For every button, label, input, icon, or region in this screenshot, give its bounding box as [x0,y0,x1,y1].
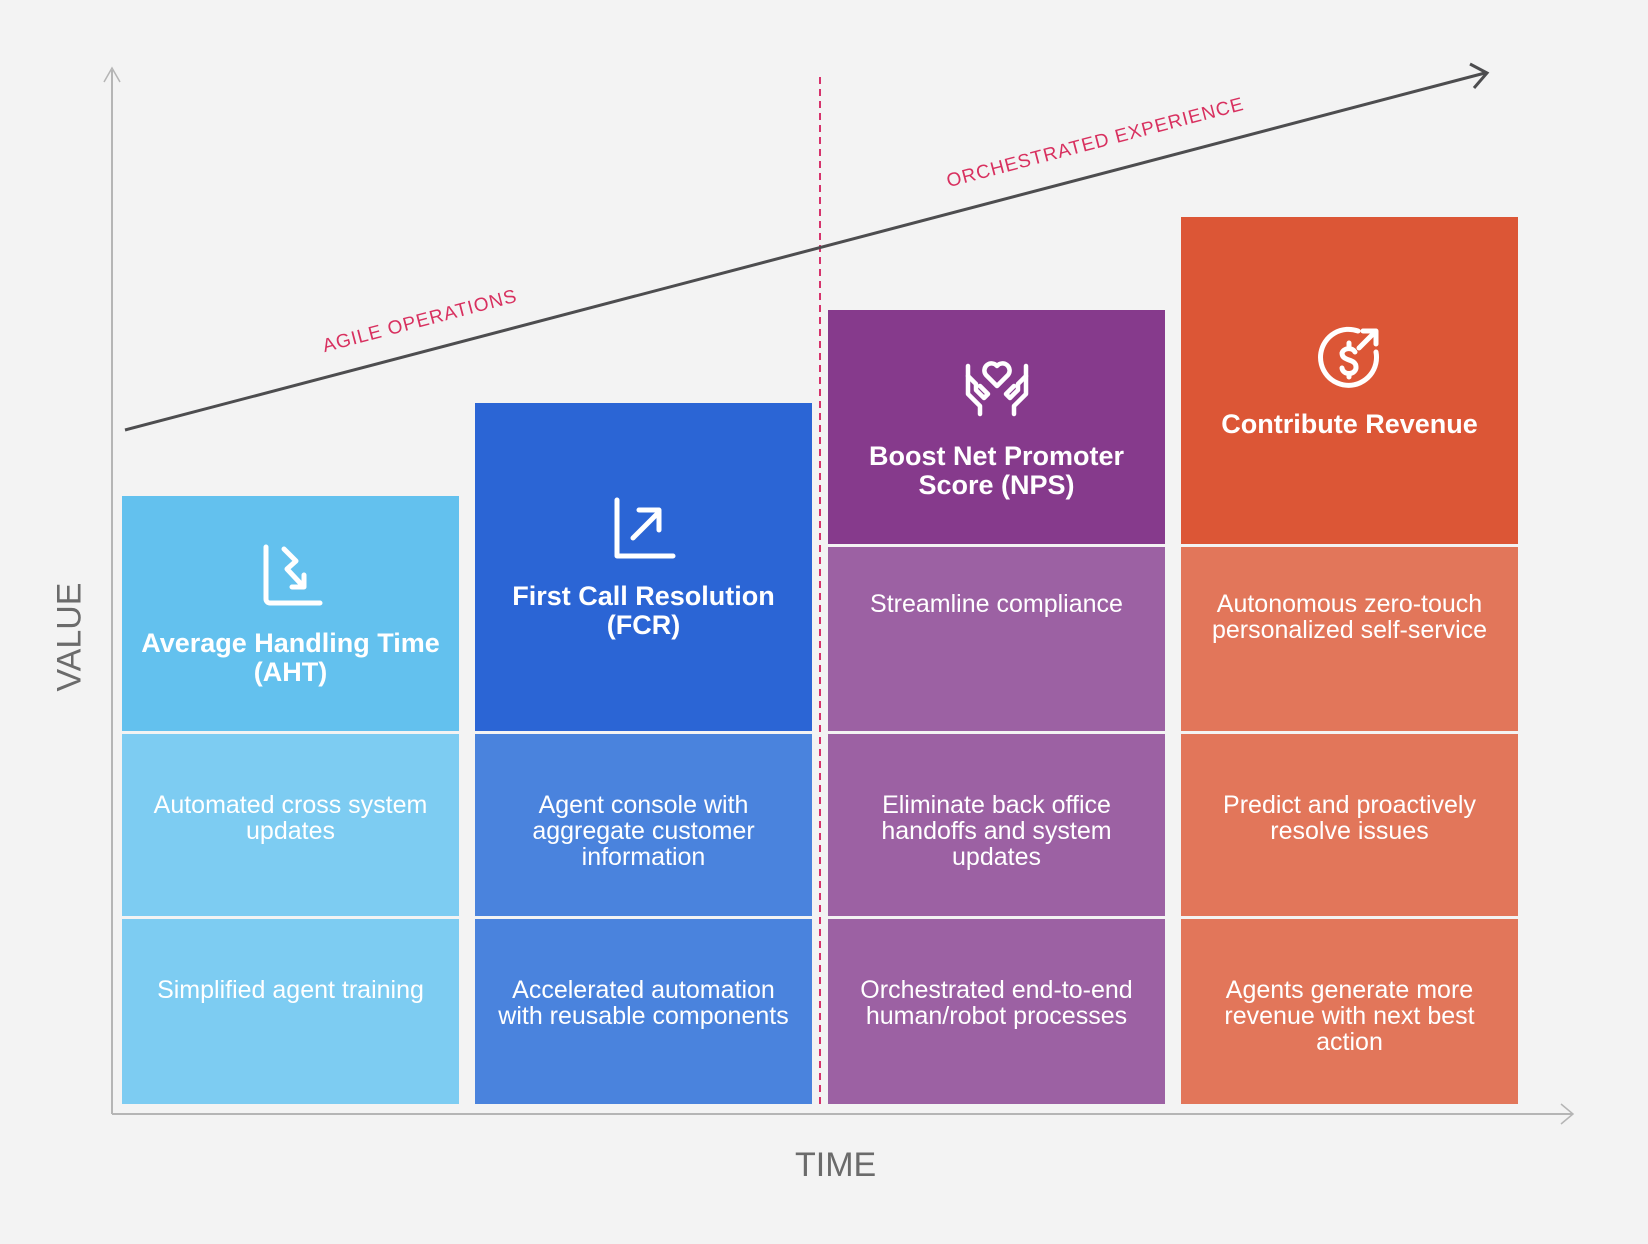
column-item: Eliminate back office handoffs and syste… [828,734,1165,916]
column-item-text: Streamline compliance [870,590,1123,618]
column-item: Orchestrated end-to-end human/robot proc… [828,919,1165,1104]
hands-heart-icon [962,354,1032,424]
column-title: Contribute Revenue [1221,409,1478,439]
value-column: Average Handling Time (AHT) Automated cro… [122,496,459,1104]
column-item: Accelerated automation with reusable com… [475,919,812,1104]
column-item: Agent console with aggregate customer in… [475,734,812,916]
column-item: Streamline compliance [828,547,1165,731]
column-item: Simplified agent training [122,919,459,1104]
column-item-text: Orchestrated end-to-end human/robot proc… [860,976,1133,1030]
column-item-text: Autonomous zero-touch personalized self-… [1211,590,1488,644]
column-item-text: Accelerated automation with reusable com… [498,976,789,1030]
column-item: Autonomous zero-touch personalized self-… [1181,547,1518,731]
chart-trend-up-icon [609,494,679,564]
column-item-text: Eliminate back office handoffs and syste… [881,791,1112,871]
y-axis-label: VALUE [50,582,89,692]
column-header: Boost Net Promoter Score (NPS) [828,310,1165,544]
column-item-text: Agent console with aggregate customer in… [532,791,755,871]
value-column: Boost Net Promoter Score (NPS) Streamline… [828,310,1165,1104]
value-column: Contribute Revenue Autonomous zero-touch … [1181,217,1518,1104]
column-item-text: Automated cross system updates [153,791,428,845]
dollar-growth-icon [1315,322,1385,392]
column-header: Contribute Revenue [1181,217,1518,544]
column-title: Average Handling Time (AHT) [141,627,440,687]
column-item: Predict and proactively resolve issues [1181,734,1518,916]
column-header: Average Handling Time (AHT) [122,496,459,731]
column-title: Boost Net Promoter Score (NPS) [868,441,1125,500]
column-title: First Call Resolution (FCR) [512,581,775,640]
column-item: Agents generate more revenue with next b… [1181,919,1518,1104]
value-column: First Call Resolution (FCR) Agent console… [475,403,812,1104]
chart-trend-down-icon [256,541,326,611]
value-over-time-diagram: AGILE OPERATIONS ORCHESTRATED EXPERIENCE… [0,0,1648,1244]
column-item: Automated cross system updates [122,734,459,916]
column-item-text: Predict and proactively resolve issues [1223,791,1476,845]
x-axis-label: TIME [795,1146,877,1184]
column-header: First Call Resolution (FCR) [475,403,812,731]
column-item-text: Agents generate more revenue with next b… [1224,976,1475,1056]
column-item-text: Simplified agent training [157,976,424,1004]
